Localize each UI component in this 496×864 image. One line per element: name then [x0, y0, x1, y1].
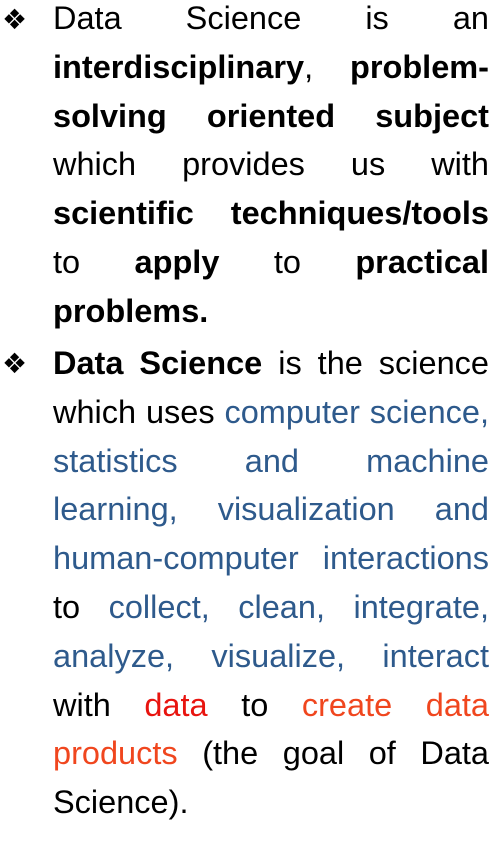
bold-term: scientific techniques/tools: [53, 195, 489, 232]
bullet-paragraph: Data Science is the science which uses c…: [53, 339, 489, 827]
text-run: which provides us with: [53, 146, 489, 183]
red-emphasis-text: data: [144, 686, 208, 723]
text-run: to: [53, 588, 81, 625]
diamond-fleuron-icon: ❖: [2, 3, 28, 36]
bold-term: apply: [134, 243, 220, 280]
text-run: with: [53, 686, 111, 723]
text-run: to: [241, 686, 269, 723]
bold-term: interdisciplinary: [53, 48, 305, 85]
text-run: ,: [304, 48, 314, 85]
text-run: Data Science is an: [53, 0, 489, 36]
blue-emphasis-text: collect, clean, integrate, analyze, visu…: [53, 588, 489, 674]
bold-term: Data Science: [53, 345, 263, 381]
bullet-paragraph: Data Science is an interdisciplinary, pr…: [53, 0, 489, 336]
diamond-fleuron-icon: ❖: [2, 347, 28, 380]
bold-term: practical problems.: [53, 243, 490, 329]
text-run: to: [273, 243, 301, 280]
text-run: to: [53, 243, 81, 280]
